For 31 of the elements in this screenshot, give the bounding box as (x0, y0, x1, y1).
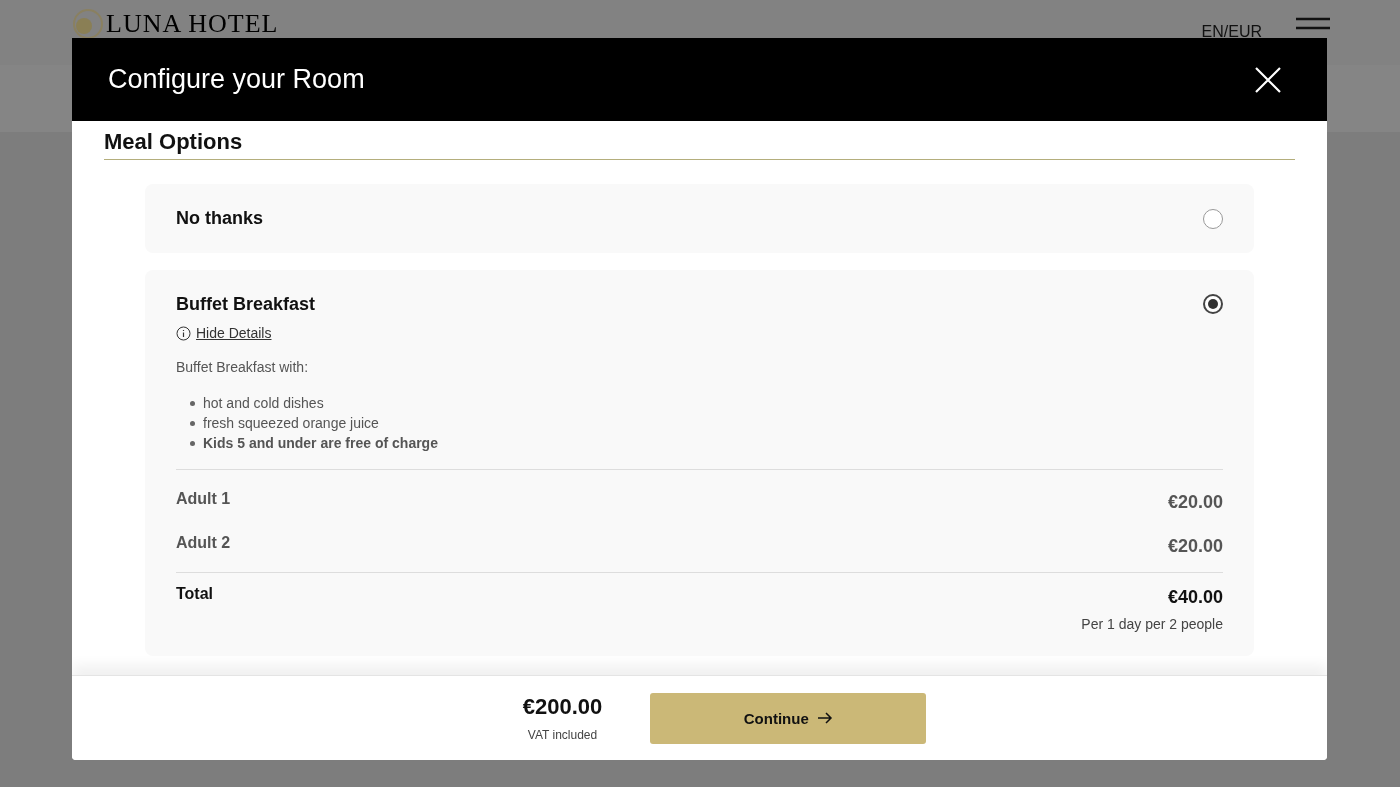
guest-price: €20.00 (1167, 492, 1223, 513)
info-icon (176, 325, 191, 341)
radio-button[interactable] (1203, 208, 1223, 229)
close-button[interactable] (1253, 64, 1283, 95)
details-item: fresh squeezed orange juice (203, 415, 379, 431)
guest-label: Adult 2 (176, 534, 231, 552)
details-item: hot and cold dishes (203, 395, 324, 411)
total-price: €40.00 (1167, 587, 1223, 608)
meal-option-card[interactable]: No thanks (145, 184, 1254, 253)
continue-button[interactable]: Continue (650, 692, 927, 744)
hide-details-link[interactable]: Hide Details (196, 325, 272, 341)
logo-icon (72, 8, 104, 40)
locale-selector[interactable]: EN/EUR (1201, 23, 1262, 41)
radio-button[interactable] (1203, 294, 1223, 314)
arrow-icon (816, 712, 833, 724)
total-label: Total (176, 585, 214, 603)
guest-price: €20.00 (1167, 536, 1223, 557)
dialog-title: Configure your Room (108, 64, 365, 95)
meal-option-name: Buffet Breakfast (176, 294, 316, 315)
section-heading: Meal Options (104, 129, 1295, 160)
guest-label: Adult 1 (176, 490, 231, 508)
price-note: Per 1 day per 2 people (1081, 616, 1223, 632)
bullet-icon (190, 400, 195, 406)
details-item: Kids 5 and under are free of charge (203, 435, 438, 451)
meal-option-name: No thanks (176, 208, 263, 229)
bullet-icon (190, 440, 195, 446)
details-intro: Buffet Breakfast with: (176, 359, 310, 375)
hotel-logo[interactable]: LUNA HOTEL (106, 11, 279, 37)
total-amount: €200.00 (522, 694, 603, 720)
bullet-icon (190, 420, 195, 426)
vat-note: VAT included (527, 728, 598, 742)
